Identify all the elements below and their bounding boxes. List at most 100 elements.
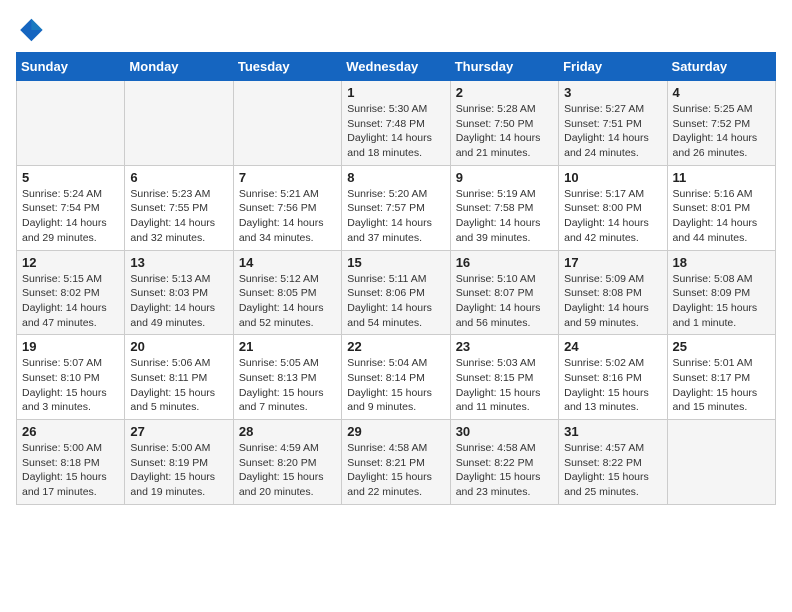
day-info: Sunrise: 5:01 AM Sunset: 8:17 PM Dayligh…: [673, 356, 770, 415]
calendar-cell: 7 Sunrise: 5:21 AM Sunset: 7:56 PM Daylig…: [233, 165, 341, 250]
day-number: 2: [456, 85, 553, 100]
calendar-cell: 30Sunrise: 4:58 AM Sunset: 8:22 PM Dayli…: [450, 420, 558, 505]
day-number: 24: [564, 339, 661, 354]
day-number: 29: [347, 424, 444, 439]
day-number: 18: [673, 255, 770, 270]
col-header-saturday: Saturday: [667, 53, 775, 81]
day-info: Sunrise: 5:21 AM Sunset: 7:56 PM Dayligh…: [239, 187, 336, 246]
day-number: 1: [347, 85, 444, 100]
day-number: 27: [130, 424, 227, 439]
calendar-cell: 24 Sunrise: 5:02 AM Sunset: 8:16 PM Dayli…: [559, 335, 667, 420]
day-info: Sunrise: 5:24 AM Sunset: 7:54 PM Dayligh…: [22, 187, 119, 246]
day-number: 31: [564, 424, 661, 439]
day-info: Sunrise: 5:10 AM Sunset: 8:07 PM Dayligh…: [456, 272, 553, 331]
day-info: Sunrise: 5:13 AM Sunset: 8:03 PM Dayligh…: [130, 272, 227, 331]
day-number: 5: [22, 170, 119, 185]
day-number: 26: [22, 424, 119, 439]
calendar-cell: 21 Sunrise: 5:05 AM Sunset: 8:13 PM Dayli…: [233, 335, 341, 420]
day-number: 21: [239, 339, 336, 354]
day-info: Sunrise: 5:00 AM Sunset: 8:18 PM Dayligh…: [22, 441, 119, 500]
calendar-cell: 10 Sunrise: 5:17 AM Sunset: 8:00 PM Dayli…: [559, 165, 667, 250]
day-info: Sunrise: 5:15 AM Sunset: 8:02 PM Dayligh…: [22, 272, 119, 331]
calendar-cell: 18 Sunrise: 5:08 AM Sunset: 8:09 PM Dayli…: [667, 250, 775, 335]
day-info: Sunrise: 5:17 AM Sunset: 8:00 PM Dayligh…: [564, 187, 661, 246]
day-number: 3: [564, 85, 661, 100]
calendar-cell: 17 Sunrise: 5:09 AM Sunset: 8:08 PM Dayli…: [559, 250, 667, 335]
day-info: Sunrise: 5:00 AM Sunset: 8:19 PM Dayligh…: [130, 441, 227, 500]
calendar-cell: 26 Sunrise: 5:00 AM Sunset: 8:18 PM Dayli…: [17, 420, 125, 505]
day-number: 16: [456, 255, 553, 270]
col-header-friday: Friday: [559, 53, 667, 81]
day-number: 15: [347, 255, 444, 270]
calendar-week-row: 26 Sunrise: 5:00 AM Sunset: 8:18 PM Dayli…: [17, 420, 776, 505]
calendar-week-row: 1Sunrise: 5:30 AM Sunset: 7:48 PM Daylig…: [17, 81, 776, 166]
calendar-cell: 29Sunrise: 4:58 AM Sunset: 8:21 PM Dayli…: [342, 420, 450, 505]
day-number: 11: [673, 170, 770, 185]
day-number: 19: [22, 339, 119, 354]
col-header-thursday: Thursday: [450, 53, 558, 81]
calendar-cell: [233, 81, 341, 166]
day-info: Sunrise: 5:28 AM Sunset: 7:50 PM Dayligh…: [456, 102, 553, 161]
day-info: Sunrise: 5:08 AM Sunset: 8:09 PM Dayligh…: [673, 272, 770, 331]
calendar-table: SundayMondayTuesdayWednesdayThursdayFrid…: [16, 52, 776, 505]
day-number: 13: [130, 255, 227, 270]
day-number: 10: [564, 170, 661, 185]
day-info: Sunrise: 5:07 AM Sunset: 8:10 PM Dayligh…: [22, 356, 119, 415]
day-info: Sunrise: 5:06 AM Sunset: 8:11 PM Dayligh…: [130, 356, 227, 415]
day-number: 20: [130, 339, 227, 354]
day-info: Sunrise: 5:02 AM Sunset: 8:16 PM Dayligh…: [564, 356, 661, 415]
col-header-tuesday: Tuesday: [233, 53, 341, 81]
calendar-cell: 6 Sunrise: 5:23 AM Sunset: 7:55 PM Daylig…: [125, 165, 233, 250]
day-number: 28: [239, 424, 336, 439]
day-number: 4: [673, 85, 770, 100]
day-info: Sunrise: 5:05 AM Sunset: 8:13 PM Dayligh…: [239, 356, 336, 415]
calendar-cell: 27 Sunrise: 5:00 AM Sunset: 8:19 PM Dayli…: [125, 420, 233, 505]
calendar-cell: [17, 81, 125, 166]
day-info: Sunrise: 5:25 AM Sunset: 7:52 PM Dayligh…: [673, 102, 770, 161]
day-number: 8: [347, 170, 444, 185]
day-info: Sunrise: 5:20 AM Sunset: 7:57 PM Dayligh…: [347, 187, 444, 246]
day-info: Sunrise: 5:23 AM Sunset: 7:55 PM Dayligh…: [130, 187, 227, 246]
calendar-cell: 13 Sunrise: 5:13 AM Sunset: 8:03 PM Dayli…: [125, 250, 233, 335]
calendar-cell: 1Sunrise: 5:30 AM Sunset: 7:48 PM Daylig…: [342, 81, 450, 166]
day-number: 6: [130, 170, 227, 185]
day-info: Sunrise: 5:03 AM Sunset: 8:15 PM Dayligh…: [456, 356, 553, 415]
day-info: Sunrise: 5:12 AM Sunset: 8:05 PM Dayligh…: [239, 272, 336, 331]
calendar-cell: 11Sunrise: 5:16 AM Sunset: 8:01 PM Dayli…: [667, 165, 775, 250]
calendar-cell: 5 Sunrise: 5:24 AM Sunset: 7:54 PM Daylig…: [17, 165, 125, 250]
calendar-cell: 3 Sunrise: 5:27 AM Sunset: 7:51 PM Daylig…: [559, 81, 667, 166]
calendar-cell: [667, 420, 775, 505]
calendar-cell: 14 Sunrise: 5:12 AM Sunset: 8:05 PM Dayli…: [233, 250, 341, 335]
calendar-week-row: 5 Sunrise: 5:24 AM Sunset: 7:54 PM Daylig…: [17, 165, 776, 250]
logo: [16, 16, 46, 44]
day-number: 14: [239, 255, 336, 270]
day-number: 9: [456, 170, 553, 185]
calendar-cell: 9 Sunrise: 5:19 AM Sunset: 7:58 PM Daylig…: [450, 165, 558, 250]
calendar-cell: [125, 81, 233, 166]
day-number: 22: [347, 339, 444, 354]
day-info: Sunrise: 5:11 AM Sunset: 8:06 PM Dayligh…: [347, 272, 444, 331]
day-number: 17: [564, 255, 661, 270]
calendar-cell: 19 Sunrise: 5:07 AM Sunset: 8:10 PM Dayli…: [17, 335, 125, 420]
day-info: Sunrise: 5:09 AM Sunset: 8:08 PM Dayligh…: [564, 272, 661, 331]
calendar-cell: 28Sunrise: 4:59 AM Sunset: 8:20 PM Dayli…: [233, 420, 341, 505]
day-info: Sunrise: 5:04 AM Sunset: 8:14 PM Dayligh…: [347, 356, 444, 415]
day-number: 30: [456, 424, 553, 439]
logo-icon: [16, 16, 44, 44]
calendar-week-row: 19 Sunrise: 5:07 AM Sunset: 8:10 PM Dayli…: [17, 335, 776, 420]
col-header-wednesday: Wednesday: [342, 53, 450, 81]
calendar-cell: 4 Sunrise: 5:25 AM Sunset: 7:52 PM Daylig…: [667, 81, 775, 166]
calendar-cell: 22 Sunrise: 5:04 AM Sunset: 8:14 PM Dayli…: [342, 335, 450, 420]
calendar-cell: 25Sunrise: 5:01 AM Sunset: 8:17 PM Dayli…: [667, 335, 775, 420]
day-number: 7: [239, 170, 336, 185]
day-number: 23: [456, 339, 553, 354]
calendar-cell: 15 Sunrise: 5:11 AM Sunset: 8:06 PM Dayli…: [342, 250, 450, 335]
day-info: Sunrise: 5:19 AM Sunset: 7:58 PM Dayligh…: [456, 187, 553, 246]
calendar-header-row: SundayMondayTuesdayWednesdayThursdayFrid…: [17, 53, 776, 81]
calendar-cell: 8 Sunrise: 5:20 AM Sunset: 7:57 PM Daylig…: [342, 165, 450, 250]
calendar-cell: 20 Sunrise: 5:06 AM Sunset: 8:11 PM Dayli…: [125, 335, 233, 420]
calendar-cell: 23 Sunrise: 5:03 AM Sunset: 8:15 PM Dayli…: [450, 335, 558, 420]
day-info: Sunrise: 5:27 AM Sunset: 7:51 PM Dayligh…: [564, 102, 661, 161]
col-header-sunday: Sunday: [17, 53, 125, 81]
day-number: 12: [22, 255, 119, 270]
